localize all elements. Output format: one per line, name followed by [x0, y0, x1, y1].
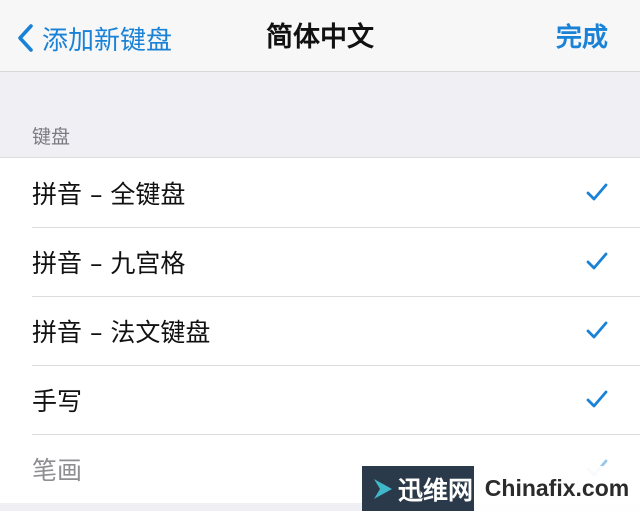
checkmark-icon	[586, 183, 608, 201]
checkmark-icon	[586, 390, 608, 408]
watermark-brand-cn: 迅维网	[398, 475, 474, 505]
keyboard-row-label: 拼音 – 九宫格	[32, 248, 186, 278]
back-button[interactable]: 添加新键盘	[16, 18, 172, 58]
back-button-label: 添加新键盘	[42, 25, 173, 56]
done-button[interactable]: 完成	[556, 18, 608, 58]
keyboard-row-label: 拼音 – 全键盘	[32, 179, 186, 209]
arrow-logo-icon	[374, 478, 392, 499]
watermark: 迅维网 Chinafix.com	[362, 466, 640, 511]
checkmark-icon	[586, 321, 608, 339]
keyboard-row-label: 拼音 – 法文键盘	[32, 317, 211, 347]
keyboard-row-pinyin-9key[interactable]: 拼音 – 九宫格	[0, 227, 640, 296]
keyboard-row-label: 手写	[32, 386, 83, 416]
keyboard-row-label: 笔画	[32, 455, 83, 485]
keyboard-row-pinyin-full[interactable]: 拼音 – 全键盘	[0, 158, 640, 227]
keyboard-list: 拼音 – 全键盘 拼音 – 九宫格 拼音 – 法文键盘 手写 笔画	[0, 157, 640, 503]
chevron-left-icon	[18, 24, 33, 52]
checkmark-icon	[586, 252, 608, 270]
watermark-brand-en: Chinafix.com	[484, 475, 630, 501]
keyboard-settings-screen: 添加新键盘 简体中文 完成 键盘 拼音 – 全键盘 拼音 – 九宫格 拼音 – …	[0, 0, 640, 511]
navigation-bar: 添加新键盘 简体中文 完成	[0, 0, 640, 72]
keyboard-row-handwriting[interactable]: 手写	[0, 365, 640, 434]
keyboard-row-pinyin-french[interactable]: 拼音 – 法文键盘	[0, 296, 640, 365]
section-header-keyboards: 键盘	[32, 126, 71, 148]
watermark-logo: 迅维网	[362, 466, 474, 511]
watermark-site: Chinafix.com	[474, 466, 640, 511]
